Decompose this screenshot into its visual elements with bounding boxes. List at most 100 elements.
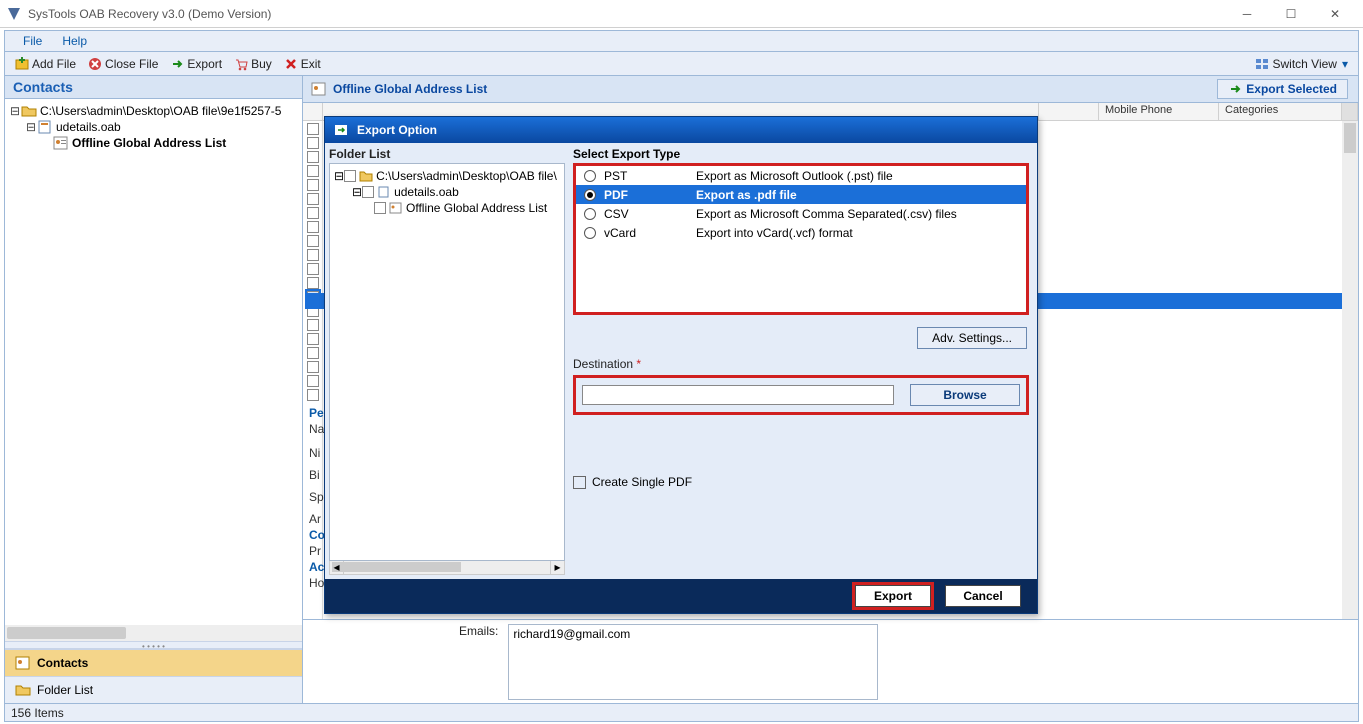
export-icon xyxy=(170,57,184,71)
nav-contacts[interactable]: Contacts xyxy=(5,649,302,676)
radio-button[interactable] xyxy=(584,208,596,220)
modal-tree-scrollbar[interactable]: ◂ ▸ xyxy=(329,561,565,575)
tree-address-list[interactable]: Offline Global Address List xyxy=(9,135,298,151)
menu-file[interactable]: File xyxy=(13,34,52,48)
browse-button[interactable]: Browse xyxy=(910,384,1020,406)
row-checkbox[interactable] xyxy=(307,179,319,191)
buy-button[interactable]: Buy xyxy=(228,57,278,71)
row-checkbox[interactable] xyxy=(307,277,319,289)
dialog-titlebar[interactable]: Export Option xyxy=(325,117,1037,143)
dialog-title: Export Option xyxy=(357,123,437,137)
contacts-header: Contacts xyxy=(5,76,302,99)
address-list-icon xyxy=(53,136,69,150)
collapse-icon[interactable]: ⊟ xyxy=(334,169,344,183)
row-checkbox[interactable] xyxy=(307,249,319,261)
collapse-icon[interactable]: ⊟ xyxy=(25,120,37,134)
minimize-button[interactable]: ─ xyxy=(1225,0,1269,28)
oab-file-icon xyxy=(377,186,391,198)
col-categories[interactable]: Categories xyxy=(1219,103,1342,120)
folder-open-icon xyxy=(21,104,37,118)
row-checkbox[interactable] xyxy=(307,151,319,163)
row-checkbox[interactable] xyxy=(307,347,319,359)
radio-button[interactable] xyxy=(584,227,596,239)
close-window-button[interactable]: ✕ xyxy=(1313,0,1357,28)
radio-button[interactable] xyxy=(584,170,596,182)
row-checkbox[interactable] xyxy=(307,165,319,177)
row-checkbox[interactable] xyxy=(307,193,319,205)
row-checkbox[interactable] xyxy=(307,221,319,233)
collapse-icon[interactable]: ⊟ xyxy=(9,104,21,118)
row-checkbox[interactable] xyxy=(307,361,319,373)
required-asterisk: * xyxy=(636,357,641,371)
tree-checkbox[interactable] xyxy=(362,186,374,198)
col-unknown[interactable] xyxy=(1039,103,1099,120)
dialog-footer: Export Cancel xyxy=(325,579,1037,613)
export-type-list: PST Export as Microsoft Outlook (.pst) f… xyxy=(573,163,1029,315)
row-checkbox[interactable] xyxy=(307,235,319,247)
radio-button[interactable] xyxy=(584,189,596,201)
row-checkbox[interactable] xyxy=(307,123,319,135)
exit-button[interactable]: Exit xyxy=(278,57,327,71)
tree-checkbox[interactable] xyxy=(374,202,386,214)
folder-tree[interactable]: ⊟ C:\Users\admin\Desktop\OAB file\9e1f52… xyxy=(5,99,302,625)
cart-icon xyxy=(234,57,248,71)
row-checkbox[interactable] xyxy=(307,389,319,401)
export-type-pdf[interactable]: PDF Export as .pdf file xyxy=(576,185,1026,204)
col-mobile-phone[interactable]: Mobile Phone xyxy=(1099,103,1219,120)
status-bar: 156 Items xyxy=(4,704,1359,722)
scroll-left-icon[interactable]: ◂ xyxy=(330,561,344,574)
toolbar: Add File Close File Export Buy Exit Swit… xyxy=(4,52,1359,76)
export-dialog-icon xyxy=(333,122,349,138)
folder-icon xyxy=(15,683,31,697)
horizontal-scrollbar[interactable] xyxy=(5,625,302,641)
scroll-right-icon[interactable]: ▸ xyxy=(550,561,564,574)
modal-tree-list[interactable]: Offline Global Address List xyxy=(334,200,560,216)
left-pane: Contacts ⊟ C:\Users\admin\Desktop\OAB fi… xyxy=(5,76,303,703)
nav-folder-list[interactable]: Folder List xyxy=(5,676,302,703)
col-checkbox[interactable] xyxy=(303,103,323,120)
close-file-icon xyxy=(88,57,102,71)
export-selected-button[interactable]: Export Selected xyxy=(1217,79,1348,99)
tree-root[interactable]: ⊟ C:\Users\admin\Desktop\OAB file\9e1f52… xyxy=(9,103,298,119)
switch-view-button[interactable]: Switch View ▾ xyxy=(1249,57,1354,71)
exit-icon xyxy=(284,57,298,71)
modal-folder-tree[interactable]: ⊟ C:\Users\admin\Desktop\OAB file\ ⊟ ude… xyxy=(329,163,565,561)
export-option-dialog: Export Option Folder List ⊟ C:\Users\adm… xyxy=(324,116,1038,614)
emails-panel: Emails: richard19@gmail.com xyxy=(303,619,1358,703)
chevron-down-icon: ▾ xyxy=(1342,57,1348,71)
maximize-button[interactable]: ☐ xyxy=(1269,0,1313,28)
col-scroll-corner xyxy=(1342,103,1358,120)
add-file-button[interactable]: Add File xyxy=(9,57,82,71)
tree-file[interactable]: ⊟ udetails.oab xyxy=(9,119,298,135)
row-checkbox[interactable] xyxy=(307,137,319,149)
dialog-cancel-button[interactable]: Cancel xyxy=(945,585,1021,607)
menu-help[interactable]: Help xyxy=(52,34,97,48)
emails-label: Emails: xyxy=(453,620,504,703)
emails-box[interactable]: richard19@gmail.com xyxy=(508,624,878,700)
splitter-handle[interactable]: • • • • • xyxy=(5,641,302,649)
checkbox[interactable] xyxy=(573,476,586,489)
add-file-icon xyxy=(15,57,29,71)
row-checkbox[interactable] xyxy=(307,263,319,275)
folder-list-label: Folder List xyxy=(329,145,565,163)
row-checkbox[interactable] xyxy=(307,207,319,219)
row-checkbox[interactable] xyxy=(307,333,319,345)
vertical-scrollbar[interactable] xyxy=(1342,121,1358,703)
dialog-export-button[interactable]: Export xyxy=(855,585,931,607)
export-button[interactable]: Export xyxy=(164,57,228,71)
modal-tree-root[interactable]: ⊟ C:\Users\admin\Desktop\OAB file\ xyxy=(334,168,560,184)
row-checkbox[interactable] xyxy=(307,375,319,387)
modal-tree-file[interactable]: ⊟ udetails.oab xyxy=(334,184,560,200)
list-title-bar: Offline Global Address List Export Selec… xyxy=(303,76,1358,103)
adv-settings-button[interactable]: Adv. Settings... xyxy=(917,327,1027,349)
destination-label: Destination * xyxy=(573,357,1029,371)
row-checkbox[interactable] xyxy=(307,319,319,331)
collapse-icon[interactable]: ⊟ xyxy=(352,185,362,199)
tree-checkbox[interactable] xyxy=(344,170,356,182)
close-file-button[interactable]: Close File xyxy=(82,57,164,71)
export-type-vcard[interactable]: vCard Export into vCard(.vcf) format xyxy=(576,223,1026,242)
destination-input[interactable] xyxy=(582,385,894,405)
create-single-pdf-option[interactable]: Create Single PDF xyxy=(573,475,1029,489)
export-type-csv[interactable]: CSV Export as Microsoft Comma Separated(… xyxy=(576,204,1026,223)
export-type-pst[interactable]: PST Export as Microsoft Outlook (.pst) f… xyxy=(576,166,1026,185)
